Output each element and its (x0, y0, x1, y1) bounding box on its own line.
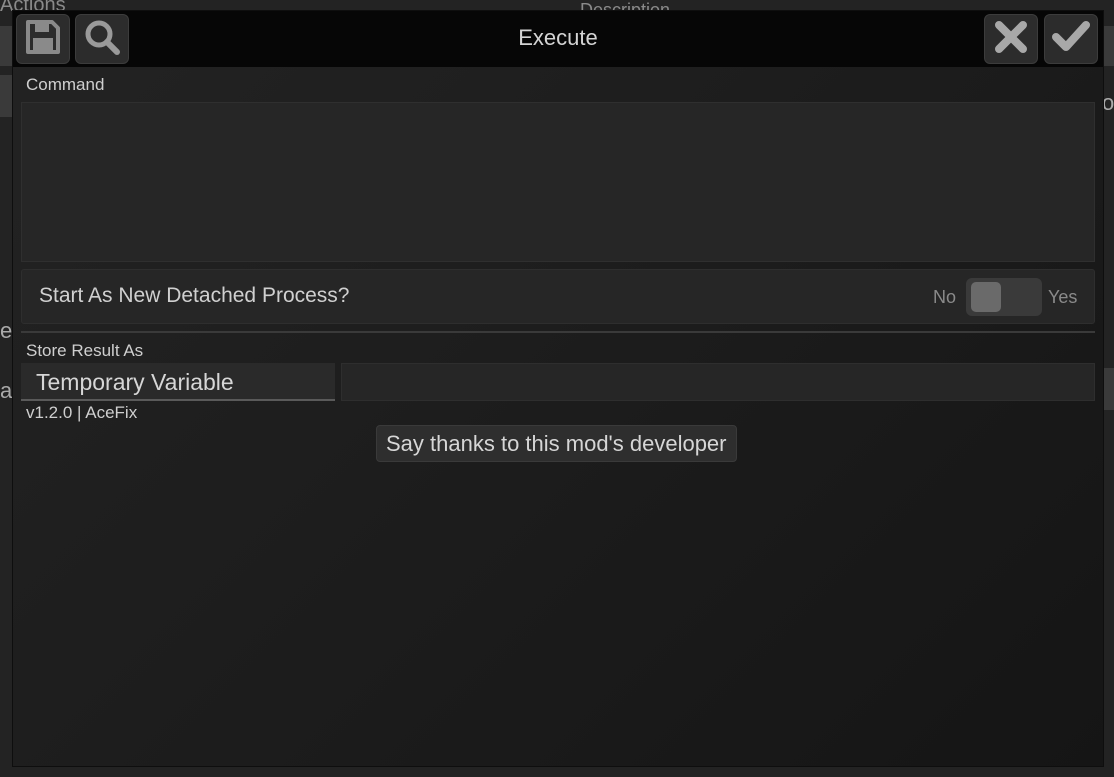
background-panel (0, 26, 12, 66)
store-result-type-select[interactable]: Temporary Variable (21, 363, 335, 401)
section-divider (21, 331, 1095, 333)
command-input[interactable] (21, 102, 1095, 262)
close-icon (993, 19, 1029, 60)
store-result-type-value: Temporary Variable (36, 369, 234, 395)
detached-process-toggle[interactable] (966, 278, 1042, 316)
background-panel (0, 75, 12, 117)
background-panel (1104, 26, 1114, 66)
variable-name-input[interactable] (341, 363, 1095, 401)
toggle-yes-label: Yes (1048, 287, 1078, 307)
dialog-title: Execute (518, 25, 598, 50)
check-icon (1052, 19, 1090, 60)
background-panel (1104, 368, 1114, 410)
toggle-knob (971, 282, 1001, 312)
cancel-button[interactable] (984, 14, 1038, 64)
detached-process-row: Start As New Detached Process? No Yes (21, 269, 1095, 324)
detached-process-label: Start As New Detached Process? (39, 284, 350, 307)
background-text-fragment: a (0, 378, 13, 403)
background-description-label: Description (580, 0, 671, 10)
confirm-button[interactable] (1044, 14, 1098, 64)
command-label: Command (26, 75, 105, 94)
execute-dialog: Execute Command Start As New Detached Pr… (12, 10, 1104, 767)
say-thanks-button[interactable]: Say thanks to this mod's developer (376, 425, 737, 462)
store-result-label: Store Result As (26, 341, 144, 360)
dialog-titlebar: Execute (13, 11, 1103, 67)
toggle-no-label: No (933, 287, 957, 307)
version-text: v1.2.0 | AceFix (26, 403, 138, 422)
